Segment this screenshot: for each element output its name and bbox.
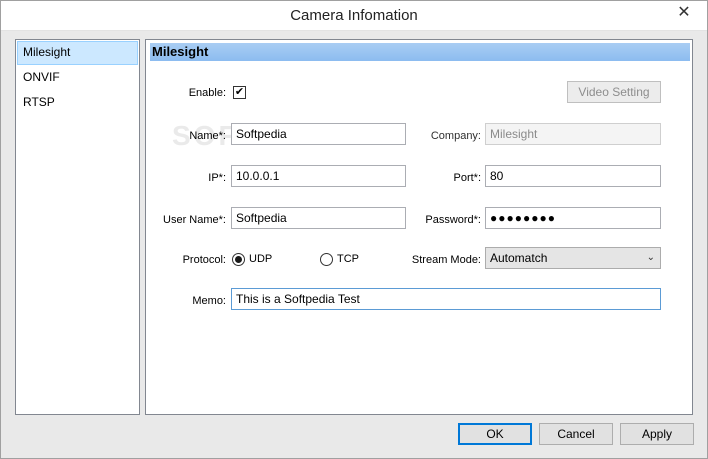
ip-label: IP*: — [208, 172, 226, 184]
company-label: Company: — [430, 130, 481, 142]
nav-item-rtsp[interactable]: RTSP — [17, 91, 138, 115]
stream-mode-value: Automatch — [490, 251, 548, 265]
nav-item-onvif[interactable]: ONVIF — [17, 66, 138, 90]
password-label: Password*: — [425, 214, 481, 226]
tcp-label[interactable]: TCP — [337, 253, 359, 265]
ok-button[interactable]: OK — [458, 423, 532, 445]
memo-input[interactable]: This is a Softpedia Test — [231, 288, 661, 310]
username-label: User Name*: — [163, 214, 226, 226]
port-label: Port*: — [453, 172, 481, 184]
protocol-list: Milesight ONVIF RTSP — [15, 39, 140, 415]
udp-label[interactable]: UDP — [249, 253, 272, 265]
stream-mode-label: Stream Mode: — [411, 254, 481, 266]
company-input[interactable]: Milesight — [485, 123, 661, 145]
username-input[interactable]: Softpedia — [231, 207, 406, 229]
ip-input[interactable]: 10.0.0.1 — [231, 165, 406, 187]
password-input[interactable]: ●●●●●●●● — [485, 207, 661, 229]
nav-item-milesight[interactable]: Milesight — [17, 41, 138, 65]
checkmark-icon: ✔ — [234, 86, 245, 98]
udp-radio[interactable] — [232, 253, 245, 266]
cancel-button[interactable]: Cancel — [539, 423, 613, 445]
tcp-radio[interactable] — [320, 253, 333, 266]
protocol-label: Protocol: — [182, 254, 226, 266]
enable-label: Enable: — [188, 87, 226, 99]
chevron-down-icon: ⌄ — [646, 252, 655, 263]
memo-label: Memo: — [192, 295, 226, 307]
dialog-body: Milesight ONVIF RTSP Milesight SOFTPEDIA… — [9, 37, 699, 415]
settings-panel: Milesight SOFTPEDIA Enable: ✔ Video Sett… — [145, 39, 693, 415]
title-bar[interactable]: Camera Infomation ✕ — [1, 1, 707, 31]
enable-checkbox[interactable]: ✔ — [233, 86, 246, 99]
name-input[interactable]: Softpedia — [231, 123, 406, 145]
port-input[interactable]: 80 — [485, 165, 661, 187]
panel-header: Milesight — [150, 43, 690, 61]
name-label: Name*: — [189, 130, 226, 142]
window-title: Camera Infomation — [290, 7, 418, 24]
apply-button[interactable]: Apply — [620, 423, 694, 445]
video-setting-button[interactable]: Video Setting — [567, 81, 661, 103]
close-icon[interactable]: ✕ — [667, 1, 701, 23]
camera-info-window: Camera Infomation ✕ Milesight ONVIF RTSP… — [0, 0, 708, 459]
stream-mode-select[interactable]: Automatch ⌄ — [485, 247, 661, 269]
